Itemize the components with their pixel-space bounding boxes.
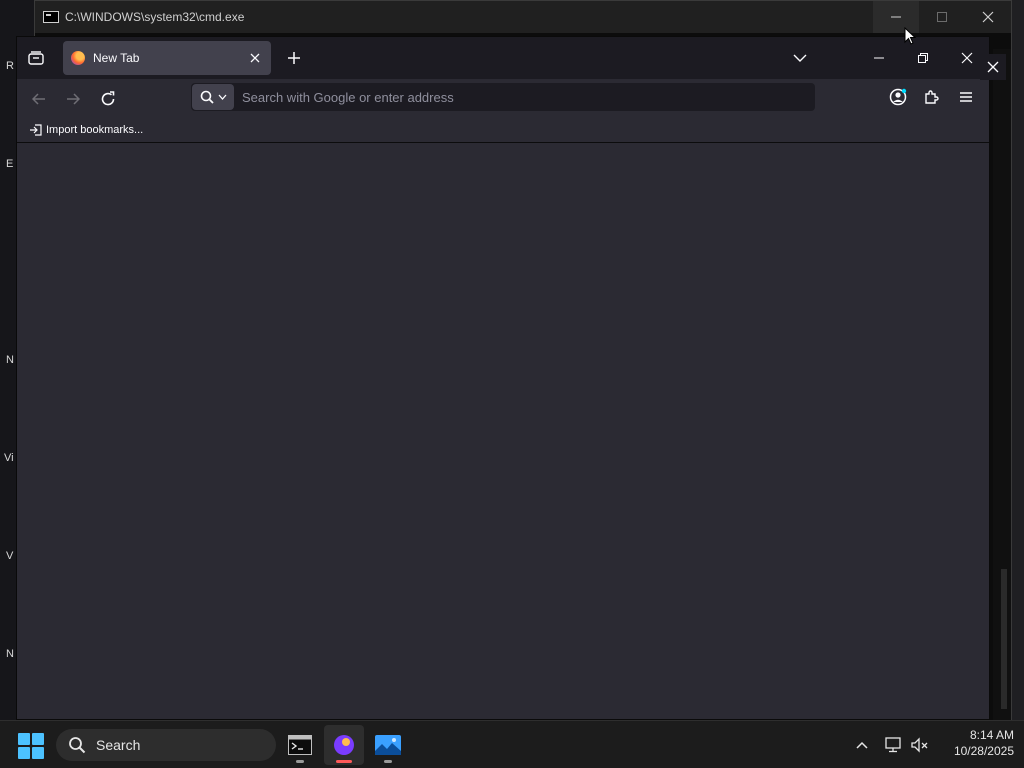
windows-logo-tile bbox=[18, 733, 30, 745]
volume-button[interactable] bbox=[908, 733, 932, 757]
close-icon bbox=[982, 11, 994, 23]
cmd-scrollbar[interactable] bbox=[993, 49, 1011, 721]
taskbar: Search 8:14 AM 10/28/2025 bbox=[0, 720, 1024, 768]
account-button[interactable] bbox=[884, 83, 912, 111]
taskbar-search[interactable]: Search bbox=[56, 729, 276, 761]
desktop-icon-label[interactable]: N bbox=[6, 354, 14, 366]
reload-icon bbox=[101, 91, 115, 106]
minimize-icon bbox=[874, 57, 884, 59]
minimize-icon bbox=[891, 16, 901, 18]
windows-logo-tile bbox=[32, 733, 44, 745]
maximize-icon bbox=[937, 12, 947, 22]
terminal-icon bbox=[288, 735, 312, 755]
show-hidden-icons-button[interactable] bbox=[850, 733, 874, 757]
search-icon bbox=[200, 90, 214, 104]
firefox-icon bbox=[71, 51, 85, 65]
desktop-icon-label[interactable]: N bbox=[6, 648, 14, 660]
forward-button[interactable] bbox=[59, 85, 87, 113]
extensions-button[interactable] bbox=[918, 83, 946, 111]
desktop-icon-label[interactable]: V bbox=[6, 550, 13, 562]
windows-logo-tile bbox=[18, 747, 30, 759]
network-button[interactable] bbox=[882, 733, 906, 757]
overlay-close-button[interactable] bbox=[980, 54, 1006, 80]
close-icon bbox=[987, 61, 999, 73]
desktop-icon-label[interactable]: E bbox=[6, 158, 13, 170]
running-indicator bbox=[336, 760, 352, 763]
address-bar[interactable]: Search with Google or enter address bbox=[191, 83, 815, 111]
desktop-icon-label[interactable]: R bbox=[6, 60, 14, 72]
system-clock[interactable]: 8:14 AM 10/28/2025 bbox=[934, 727, 1014, 759]
tab-title: New Tab bbox=[93, 51, 140, 65]
search-icon bbox=[69, 737, 86, 754]
photos-icon bbox=[375, 735, 401, 755]
start-button[interactable] bbox=[18, 733, 44, 759]
tab-new-tab[interactable]: New Tab bbox=[63, 41, 271, 75]
taskbar-search-label: Search bbox=[96, 737, 141, 753]
import-icon bbox=[30, 123, 42, 136]
clock-time: 8:14 AM bbox=[969, 728, 1014, 742]
taskbar-app-command-prompt[interactable] bbox=[280, 725, 320, 765]
tab-bar: New Tab bbox=[17, 37, 989, 79]
chevron-down-icon bbox=[793, 54, 807, 62]
address-input[interactable]: Search with Google or enter address bbox=[242, 90, 454, 105]
new-tab-button[interactable] bbox=[281, 45, 307, 71]
network-icon bbox=[885, 737, 901, 753]
cmd-close-button[interactable] bbox=[965, 1, 1011, 33]
arrow-left-icon bbox=[32, 93, 45, 105]
chevron-up-icon bbox=[856, 741, 868, 749]
hamburger-icon bbox=[960, 92, 972, 102]
windows-logo-tile bbox=[32, 747, 44, 759]
taskbar-app-firefox[interactable] bbox=[324, 725, 364, 765]
firefox-view-button[interactable] bbox=[23, 45, 49, 71]
arrow-right-icon bbox=[67, 93, 80, 105]
close-icon bbox=[961, 52, 973, 64]
menu-button[interactable] bbox=[952, 83, 980, 111]
reload-button[interactable] bbox=[94, 85, 122, 113]
running-indicator bbox=[296, 760, 304, 763]
firefox-minimize-button[interactable] bbox=[859, 41, 899, 75]
cmd-maximize-button[interactable] bbox=[919, 1, 965, 33]
import-bookmarks-button[interactable]: Import bookmarks... bbox=[29, 124, 143, 136]
firefox-view-icon bbox=[28, 51, 44, 65]
tab-close-button[interactable] bbox=[247, 50, 263, 66]
search-mode-button[interactable] bbox=[192, 84, 234, 110]
list-all-tabs-button[interactable] bbox=[787, 47, 813, 69]
clock-date: 10/28/2025 bbox=[953, 744, 1014, 758]
mouse-cursor-icon bbox=[904, 27, 916, 45]
cmd-scrollbar-thumb[interactable] bbox=[1001, 569, 1007, 709]
puzzle-icon bbox=[925, 90, 939, 104]
running-indicator bbox=[384, 760, 392, 763]
firefox-icon bbox=[334, 735, 354, 755]
desktop-icon-label[interactable]: Vi bbox=[4, 452, 14, 464]
bookmarks-toolbar: Import bookmarks... bbox=[17, 117, 989, 143]
account-icon bbox=[889, 88, 907, 106]
chevron-down-icon bbox=[218, 94, 226, 100]
restore-icon bbox=[918, 53, 928, 63]
terminal-icon bbox=[43, 11, 59, 23]
firefox-restore-button[interactable] bbox=[903, 41, 943, 75]
cmd-titlebar[interactable]: C:\WINDOWS\system32\cmd.exe bbox=[35, 1, 1011, 33]
cmd-title: C:\WINDOWS\system32\cmd.exe bbox=[65, 10, 245, 24]
import-bookmarks-label: Import bookmarks... bbox=[46, 123, 144, 136]
close-icon bbox=[250, 53, 260, 63]
plus-icon bbox=[288, 52, 300, 64]
firefox-window: New Tab Search with Google or enter addr… bbox=[16, 36, 990, 720]
volume-muted-icon bbox=[911, 737, 928, 753]
back-button[interactable] bbox=[25, 85, 53, 113]
page-content[interactable] bbox=[17, 144, 989, 719]
taskbar-app-photos[interactable] bbox=[368, 725, 408, 765]
